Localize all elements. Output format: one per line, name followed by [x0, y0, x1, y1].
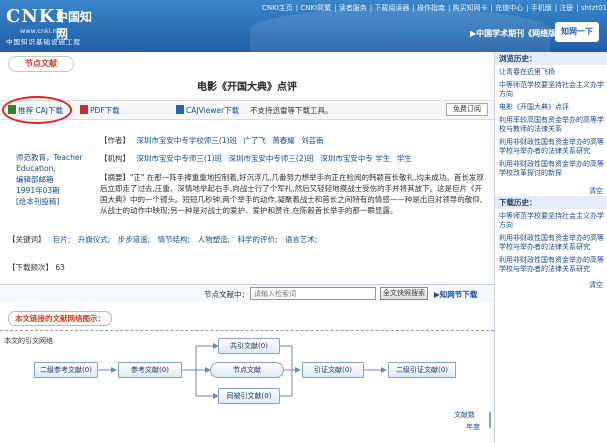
- brand-logo[interactable]: 知网一下: [555, 22, 599, 42]
- keyword-link[interactable]: 语言艺术: [285, 235, 315, 244]
- author-link[interactable]: 广了飞: [243, 136, 266, 145]
- top-link-mobile[interactable]: 手机版: [531, 4, 552, 12]
- authors-label: 【作者】: [100, 136, 130, 145]
- search-label: 节点文献中：: [204, 290, 249, 299]
- keyword-link[interactable]: 科学的评价: [238, 235, 276, 244]
- abstract-text: "正" 在那一阵手捧重重地控制着,好沉浮几,几番努力想举手向正在检阅的韩颖首长敬…: [100, 173, 484, 215]
- top-link-guide[interactable]: 操作指南: [417, 4, 445, 12]
- download-count-row: 【下载频次】 63: [8, 262, 488, 273]
- journal-info: 师范教育，Teacher Education, 编辑部邮箱 1991年03期 […: [16, 152, 86, 207]
- node-document-tab[interactable]: 节点文献: [8, 56, 74, 72]
- top-link-reader-service[interactable]: 读者服务: [339, 4, 367, 12]
- search-input[interactable]: [250, 287, 376, 300]
- keyword-link[interactable]: 情节结构: [158, 235, 188, 244]
- pdf-download-link[interactable]: PDF下载: [80, 105, 120, 116]
- org-link[interactable]: 深圳市宝安中专师三(1)班: [136, 154, 222, 163]
- browse-history-item[interactable]: 利用非财政性国有资金举办的高等学校与举办者的法律关系研究: [499, 138, 605, 156]
- author-link[interactable]: 刘芸南: [301, 136, 324, 145]
- editor-email[interactable]: 编辑部邮箱: [16, 174, 86, 185]
- clear-browse-history[interactable]: 清空: [589, 186, 603, 196]
- article-title: 电影《开国大典》点评: [197, 82, 297, 93]
- keywords-row: 【关键词】 巨片; 升旗仪式; 步步道遥; 情节结构; 人物塑造; 科学的评价;…: [8, 235, 318, 244]
- center-node[interactable]: 节点文献: [210, 362, 284, 378]
- secondary-reference-node[interactable]: 二级参考文献(0): [34, 362, 98, 378]
- journal-brand[interactable]: ▶中国学术期刊《网络版》: [470, 28, 564, 39]
- issue-info[interactable]: 1991年03期: [16, 185, 86, 196]
- download-history-heading: 下载历史：: [495, 196, 607, 209]
- keyword-link[interactable]: 巨片: [53, 235, 68, 244]
- browse-history-item[interactable]: 利用率较高国有资金举办的高等学校与教师的法律关系: [499, 116, 605, 134]
- org-link[interactable]: 学生: [397, 154, 412, 163]
- browse-history-item[interactable]: 中等师范学校要坚持社会主义办学方向: [499, 81, 605, 99]
- top-links: CNKI主页 | CNKI简繁 | 读者服务 | 下载阅读器 | 操作指南 | 购买知网卡…: [262, 3, 607, 13]
- download-toolbar: 推荐 CAJ下载 PDF下载 CAJViewer下载 不支持迅雷等下载工具。: [0, 100, 494, 120]
- top-link-recharge[interactable]: 充值中心: [495, 4, 523, 12]
- pdf-download-label: PDF下载: [90, 106, 120, 115]
- download-count-value: 63: [55, 263, 65, 272]
- org-row: 【机构】 深圳市宝安中专师三(1)班 深圳市宝安中专师三(2)班 深圳市宝安中专…: [100, 154, 412, 164]
- co-cited-node[interactable]: 同被引文献(0): [218, 388, 280, 404]
- top-link-buy-card[interactable]: 购买知网卡: [453, 4, 488, 12]
- secondary-citing-node[interactable]: 二级引证文献(0): [388, 362, 456, 378]
- keyword-link[interactable]: 升旗仪式: [78, 235, 108, 244]
- network-diagram-tab[interactable]: 本文链接的文献网络图示：: [8, 311, 112, 326]
- keywords-label: 【关键词】: [8, 235, 46, 244]
- author-link[interactable]: 萧春耀: [272, 136, 295, 145]
- journal-name-en: Education,: [16, 164, 56, 173]
- download-notice: 不支持迅雷等下载工具。: [250, 106, 333, 115]
- reference-node[interactable]: 参考文献(0): [118, 362, 182, 378]
- logo-url: www.cnki.net: [20, 27, 64, 35]
- axis-label-year: 年度: [466, 423, 480, 431]
- browse-history-item[interactable]: 电影《开国大典》点评: [499, 103, 605, 112]
- top-link-simplified[interactable]: CNKI简繁: [300, 4, 331, 12]
- org-link[interactable]: 深圳市宝安中专 学生: [320, 154, 390, 163]
- download-history-item[interactable]: 利用非财政性国有资金举办的高等学校与举办者的法律关系研究: [499, 256, 605, 274]
- browse-history-heading: 浏览历史：: [495, 52, 607, 65]
- cnki-logo[interactable]: CNKI 中国知网 www.cnki.net 中国知识基础设施工程: [6, 6, 98, 46]
- top-link-download-reader[interactable]: 下载阅读器: [374, 4, 409, 12]
- citing-node[interactable]: 引证文献(0): [302, 362, 364, 378]
- authors-row: 【作者】 深圳市宝安中专学校师三(1)班 广了飞 萧春耀 刘芸南: [100, 136, 324, 146]
- download-count-label: 【下载频次】: [8, 263, 53, 272]
- fulltext-search-button[interactable]: 全文快照搜索: [380, 287, 428, 300]
- pdf-icon: [80, 105, 88, 114]
- abstract-label: 【摘要】: [100, 173, 130, 182]
- node-download-link[interactable]: ▶知网节下载: [434, 289, 477, 300]
- axis-label-count: 文献数: [454, 411, 475, 419]
- keyword-link[interactable]: 人物塑造: [198, 235, 228, 244]
- cajviewer-download-link[interactable]: CAJViewer下载: [176, 105, 239, 116]
- org-label: 【机构】: [100, 154, 130, 163]
- submit-link[interactable]: [给本刊投稿]: [16, 196, 86, 207]
- browse-history-item[interactable]: 利用非财政性国有资金举办的高等学校改革探讨的新探: [499, 160, 605, 178]
- node-search-bar: 节点文献中： 全文快照搜索 ▶知网节下载: [0, 284, 494, 302]
- free-subscribe-button[interactable]: 免费订阅: [446, 103, 488, 116]
- author-link[interactable]: 深圳市宝安中专学校师三(1)班: [136, 136, 237, 145]
- download-history-item[interactable]: 中等师范学校要坚持社会主义办学方向: [499, 212, 605, 230]
- journal-name[interactable]: 师范教育，Teacher: [16, 152, 86, 163]
- abstract: 【摘要】"正" 在那一阵手捧重重地控制着,好沉浮几,几番努力想举手向正在检阅的韩…: [100, 172, 488, 216]
- highlight-circle: [2, 96, 72, 124]
- cajviewer-icon: [176, 105, 184, 114]
- top-link-register[interactable]: 注册: [559, 4, 573, 12]
- clear-download-history[interactable]: 清空: [589, 280, 603, 290]
- download-history-item[interactable]: 利用非财政性国有资金举办的高等学校与举办者的法律关系研究: [499, 234, 605, 252]
- top-link-logout[interactable]: shtzt0150315退出: [581, 4, 607, 12]
- history-sidebar: 浏览历史： 让青春在迈里飞扬 中等师范学校要坚持社会主义办学方向 电影《开国大典…: [494, 52, 607, 443]
- co-citation-node[interactable]: 共引文献(0): [218, 338, 280, 354]
- top-link-home[interactable]: CNKI主页: [262, 4, 293, 12]
- keyword-link[interactable]: 步步道遥: [118, 235, 148, 244]
- cajviewer-download-label: CAJViewer下载: [186, 106, 240, 115]
- org-link[interactable]: 深圳市宝安中专师三(2)班: [228, 154, 314, 163]
- site-header: CNKI 中国知网 www.cnki.net 中国知识基础设施工程 CNKI主页…: [0, 0, 607, 52]
- logo-subtitle: 中国知识基础设施工程: [6, 38, 81, 46]
- browse-history-item[interactable]: 让青春在迈里飞扬: [499, 68, 605, 77]
